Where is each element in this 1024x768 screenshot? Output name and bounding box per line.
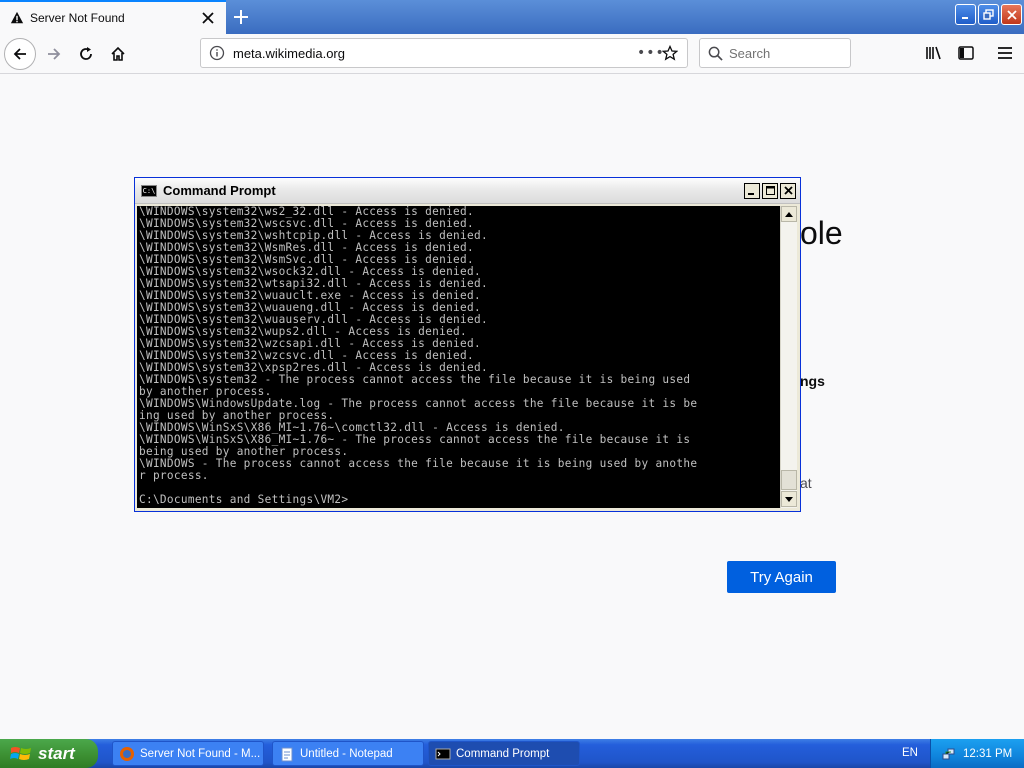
- sidebar-button[interactable]: [951, 38, 981, 68]
- system-tray: 12:31 PM: [930, 739, 1024, 768]
- restore-window-button[interactable]: [978, 4, 999, 25]
- error-title-fragment: ole: [800, 215, 843, 251]
- reload-icon: [80, 47, 92, 60]
- taskbar: start Server Not Found - M... Untitled -…: [0, 739, 1024, 768]
- start-label: start: [38, 743, 75, 763]
- maximize-icon: [765, 186, 775, 195]
- scroll-down-button[interactable]: [781, 491, 797, 507]
- warning-icon: [10, 11, 24, 24]
- minimize-window-button[interactable]: [955, 4, 976, 25]
- notepad-icon: [281, 747, 293, 761]
- url-text[interactable]: meta.wikimedia.org: [233, 46, 637, 61]
- cmd-icon: [435, 748, 451, 759]
- minimize-icon: [961, 16, 968, 19]
- cmd-minimize-button[interactable]: [744, 182, 760, 199]
- forward-button[interactable]: [38, 38, 70, 70]
- language-indicator[interactable]: EN: [902, 747, 918, 759]
- close-window-button[interactable]: [1001, 4, 1022, 25]
- tab-title: Server Not Found: [30, 11, 125, 25]
- search-icon: [708, 46, 723, 61]
- scroll-up-button[interactable]: [781, 206, 797, 222]
- clock[interactable]: 12:31 PM: [963, 748, 1012, 760]
- navigation-toolbar: meta.wikimedia.org •••: [0, 34, 1024, 74]
- tab-strip: Server Not Found: [0, 0, 1024, 34]
- menu-button[interactable]: [990, 38, 1020, 68]
- library-button[interactable]: [919, 38, 949, 68]
- console-output[interactable]: \WINDOWS\system32\ws2_32.dll - Access is…: [137, 206, 780, 508]
- cmd-maximize-button[interactable]: [762, 182, 778, 199]
- network-icon[interactable]: [941, 746, 957, 762]
- search-input[interactable]: [729, 45, 839, 61]
- url-bar[interactable]: meta.wikimedia.org •••: [200, 38, 688, 68]
- back-arrow-icon: [13, 48, 26, 60]
- up-arrow-icon: [785, 211, 793, 217]
- taskbar-item-firefox[interactable]: Server Not Found - M...: [112, 741, 264, 766]
- error-text-fragment-low: at: [800, 475, 812, 491]
- page-actions-icon[interactable]: •••: [637, 45, 664, 61]
- sidebar-icon: [958, 46, 974, 60]
- close-icon: [783, 186, 793, 195]
- new-tab-button[interactable]: [228, 4, 254, 30]
- scroll-thumb[interactable]: [781, 470, 797, 490]
- taskbar-item-label: Untitled - Notepad: [300, 747, 393, 760]
- plus-icon: [234, 10, 248, 24]
- back-button[interactable]: [4, 38, 36, 70]
- home-icon: [111, 46, 125, 61]
- try-again-button[interactable]: Try Again: [727, 561, 836, 593]
- error-text-fragment-mid: ngs: [800, 373, 825, 389]
- close-tab-icon[interactable]: [198, 8, 218, 28]
- cmd-close-button[interactable]: [780, 182, 796, 199]
- taskbar-item-label: Server Not Found - M...: [140, 747, 261, 760]
- firefox-icon: [120, 746, 134, 761]
- forward-arrow-icon: [48, 48, 61, 60]
- start-button[interactable]: start: [0, 739, 98, 768]
- restore-icon: [983, 9, 994, 20]
- home-button[interactable]: [102, 38, 134, 70]
- minimize-icon: [748, 192, 754, 195]
- reload-button[interactable]: [70, 38, 102, 70]
- taskbar-item-notepad[interactable]: Untitled - Notepad: [272, 741, 424, 766]
- down-arrow-icon: [785, 496, 793, 502]
- close-icon: [1006, 9, 1017, 20]
- bookmark-star-icon[interactable]: [659, 45, 681, 61]
- search-bar[interactable]: [699, 38, 851, 68]
- command-prompt-title: Command Prompt: [163, 183, 276, 198]
- info-icon[interactable]: [209, 45, 225, 61]
- command-prompt-titlebar[interactable]: C:\ Command Prompt: [135, 178, 800, 204]
- console-text: \WINDOWS\system32\ws2_32.dll - Access is…: [139, 206, 698, 506]
- console-scrollbar[interactable]: [780, 206, 797, 508]
- library-icon: [926, 46, 941, 60]
- taskbar-item-command-prompt[interactable]: Command Prompt: [428, 741, 580, 766]
- tab-server-not-found[interactable]: Server Not Found: [0, 0, 226, 34]
- windows-flag-icon: [10, 746, 31, 760]
- cmd-icon: C:\: [141, 184, 157, 197]
- hamburger-menu-icon: [998, 47, 1012, 59]
- command-prompt-window[interactable]: C:\ Command Prompt \WINDOWS\system32\ws2…: [134, 177, 801, 512]
- taskbar-item-label: Command Prompt: [456, 747, 550, 760]
